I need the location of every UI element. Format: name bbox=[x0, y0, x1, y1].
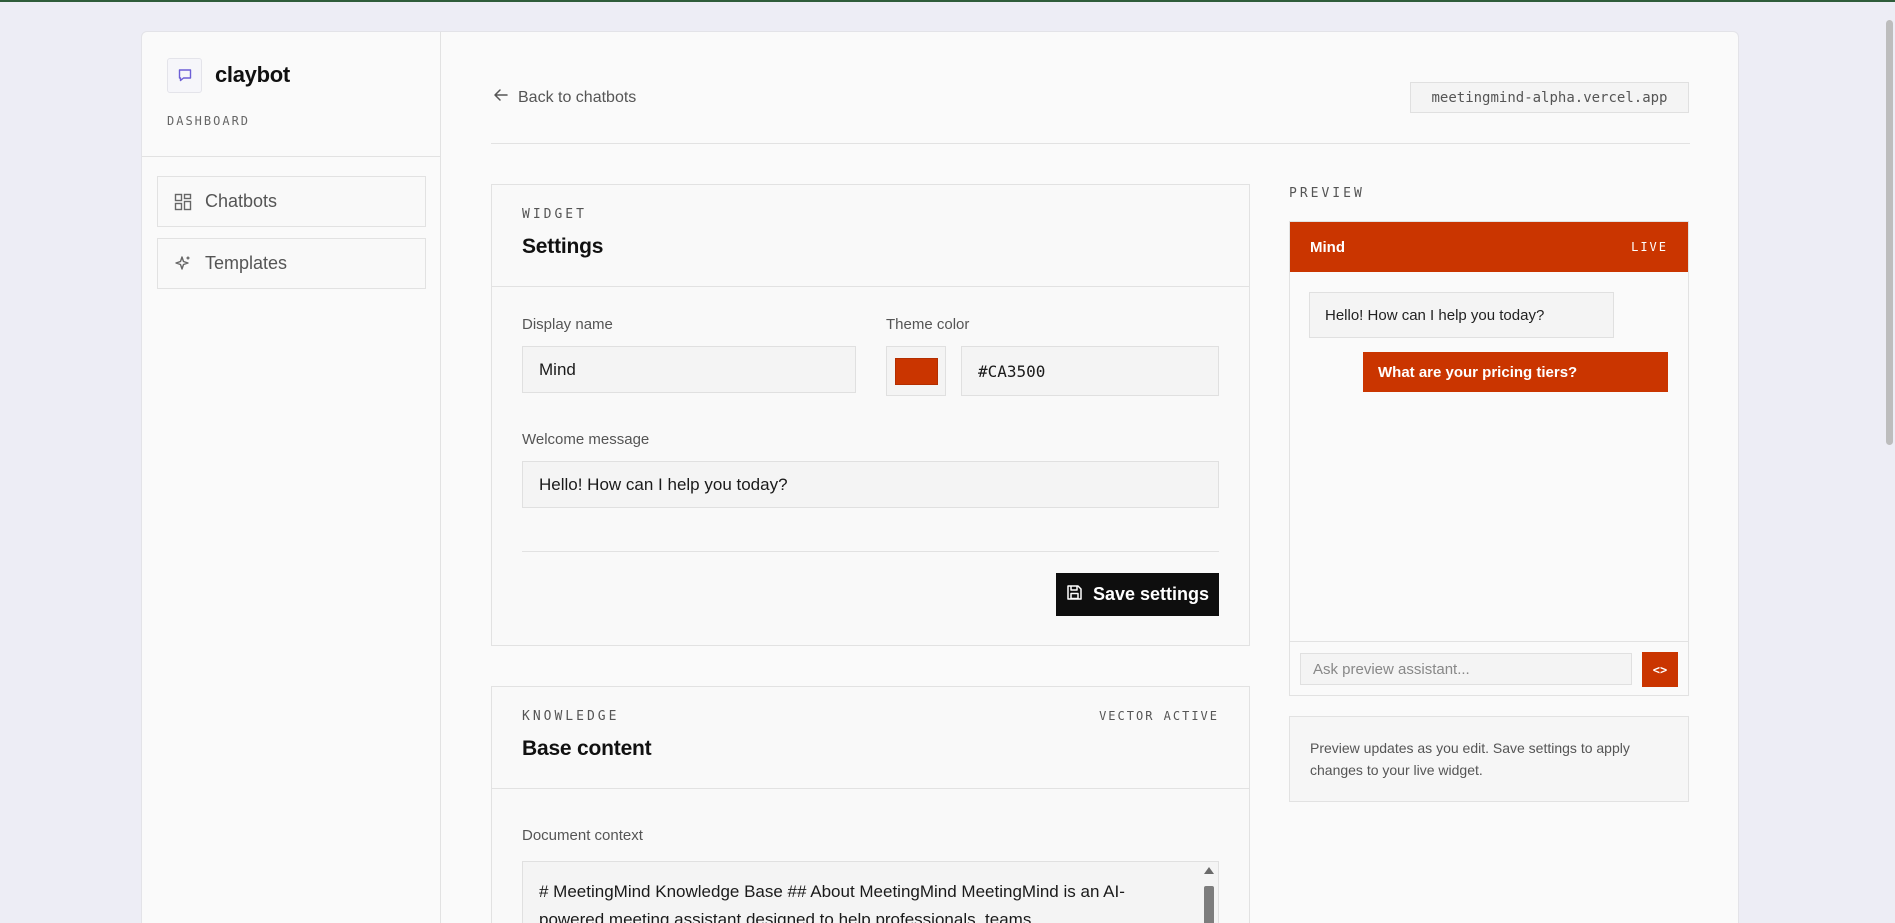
sidebar-item-label: Chatbots bbox=[205, 191, 278, 211]
preview-widget: Mind LIVE Hello! How can I help you toda… bbox=[1289, 221, 1689, 696]
sidebar-item-templates[interactable]: Templates bbox=[157, 238, 426, 289]
arrow-left-icon bbox=[493, 87, 509, 108]
back-link[interactable]: Back to chatbots bbox=[493, 87, 636, 108]
live-badge: LIVE bbox=[1631, 240, 1668, 254]
bot-message-bubble: Hello! How can I help you today? bbox=[1309, 292, 1614, 338]
sparkles-icon bbox=[174, 255, 192, 273]
save-button-label: Save settings bbox=[1092, 584, 1210, 604]
preview-footer: Ask preview assistant... <> bbox=[1290, 641, 1688, 696]
page-scrollbar-thumb[interactable] bbox=[1886, 20, 1893, 445]
sidebar-item-chatbots[interactable]: Chatbots bbox=[157, 176, 426, 227]
scroll-up-arrow-icon[interactable] bbox=[1204, 867, 1214, 874]
sidebar-divider bbox=[142, 156, 440, 157]
theme-color-label: Theme color bbox=[886, 316, 970, 333]
save-settings-button[interactable]: Save settings bbox=[1056, 573, 1219, 616]
brand[interactable]: claybot bbox=[167, 56, 290, 94]
user-message-bubble: What are your pricing tiers? bbox=[1363, 352, 1668, 392]
card-title: Base content bbox=[522, 737, 652, 760]
domain-badge: meetingmind-alpha.vercel.app bbox=[1410, 82, 1689, 113]
preview-label: PREVIEW bbox=[1289, 186, 1365, 201]
send-code-icon[interactable]: <> bbox=[1642, 652, 1678, 687]
preview-note: Preview updates as you edit. Save settin… bbox=[1289, 716, 1689, 802]
welcome-message-input[interactable]: Hello! How can I help you today? bbox=[522, 461, 1219, 508]
knowledge-card: KNOWLEDGE VECTOR ACTIVE Base content Doc… bbox=[491, 686, 1250, 923]
app-shell: claybot DASHBOARD Chatbots Templates Bac… bbox=[141, 31, 1739, 923]
preview-bot-name: Mind bbox=[1310, 238, 1345, 256]
card-header: KNOWLEDGE VECTOR ACTIVE Base content bbox=[492, 687, 1249, 789]
back-link-label: Back to chatbots bbox=[518, 88, 637, 106]
brand-name: claybot bbox=[215, 62, 290, 87]
scrollbar-thumb[interactable] bbox=[1204, 886, 1214, 923]
display-name-input[interactable]: Mind bbox=[522, 346, 856, 393]
preview-chat-input[interactable]: Ask preview assistant... bbox=[1300, 653, 1632, 685]
preview-header: Mind LIVE bbox=[1290, 222, 1688, 272]
card-eyebrow: WIDGET bbox=[522, 207, 587, 222]
grid-icon bbox=[174, 193, 192, 211]
header-divider bbox=[491, 143, 1690, 144]
document-context-textarea[interactable]: # MeetingMind Knowledge Base ## About Me… bbox=[522, 861, 1219, 923]
save-icon bbox=[1066, 584, 1083, 606]
brand-subtitle: DASHBOARD bbox=[167, 114, 251, 128]
textarea-scrollbar[interactable] bbox=[1202, 864, 1216, 923]
color-swatch-picker[interactable] bbox=[886, 346, 946, 396]
vector-status-badge: VECTOR ACTIVE bbox=[1099, 709, 1219, 723]
display-name-label: Display name bbox=[522, 316, 613, 333]
document-context-text: # MeetingMind Knowledge Base ## About Me… bbox=[539, 882, 1125, 923]
widget-settings-card: WIDGET Settings Display name Mind Theme … bbox=[491, 184, 1250, 646]
color-swatch bbox=[894, 357, 938, 385]
form-divider bbox=[522, 551, 1219, 552]
window-top-border bbox=[0, 0, 1895, 2]
sidebar: claybot DASHBOARD Chatbots Templates bbox=[142, 32, 441, 923]
chat-bubble-icon bbox=[167, 57, 202, 93]
theme-color-input[interactable]: #CA3500 bbox=[961, 346, 1219, 396]
card-eyebrow: KNOWLEDGE bbox=[522, 709, 620, 724]
card-header: WIDGET Settings bbox=[492, 185, 1249, 287]
sidebar-item-label: Templates bbox=[205, 253, 288, 273]
card-title: Settings bbox=[522, 235, 604, 258]
document-context-label: Document context bbox=[522, 827, 643, 844]
welcome-message-label: Welcome message bbox=[522, 431, 650, 448]
